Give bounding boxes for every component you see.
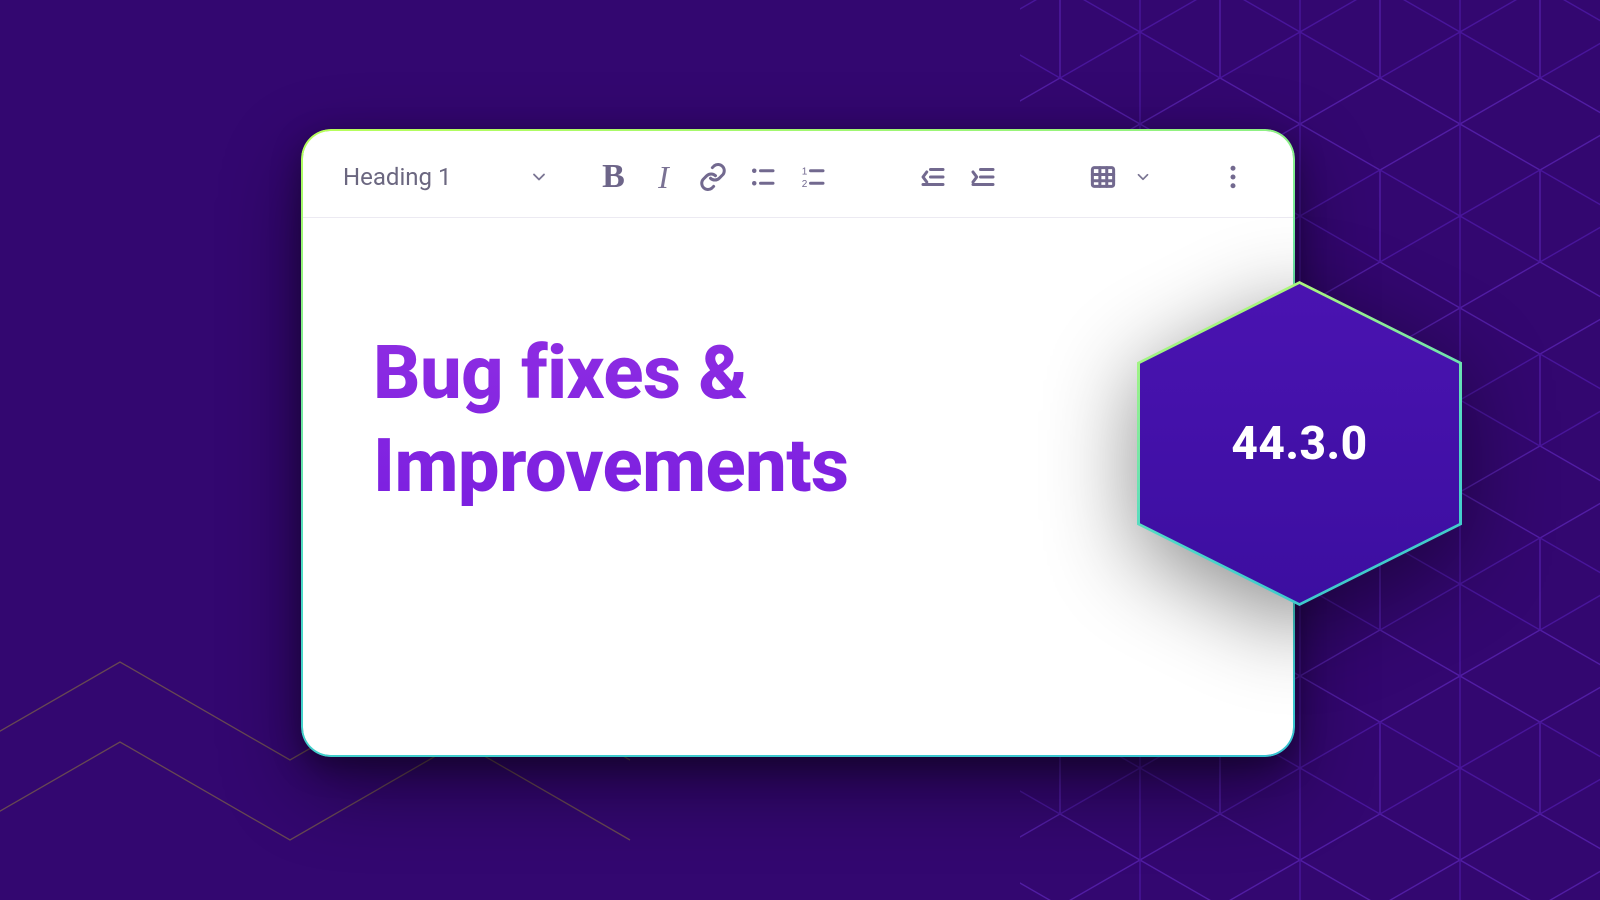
insert-table-button[interactable] <box>1079 153 1127 201</box>
numbered-list-button[interactable]: 1 2 <box>789 153 837 201</box>
chevron-down-icon <box>529 167 549 187</box>
document-heading: Bug fixes & Improvements <box>373 328 1223 513</box>
insert-table-dropdown[interactable] <box>1127 153 1159 201</box>
version-badge: 44.3.0 <box>1137 281 1462 606</box>
svg-text:2: 2 <box>802 179 808 190</box>
editor-toolbar: Heading 1 B I 1 <box>303 131 1293 218</box>
bold-icon: B <box>602 158 625 196</box>
more-options-button[interactable] <box>1209 153 1257 201</box>
bulleted-list-button[interactable] <box>739 153 787 201</box>
link-button[interactable] <box>689 153 737 201</box>
outdent-button[interactable] <box>909 153 957 201</box>
svg-text:1: 1 <box>802 167 808 178</box>
chevron-down-icon <box>1134 168 1152 186</box>
indent-icon <box>968 162 998 192</box>
italic-icon: I <box>658 159 669 196</box>
version-label: 44.3.0 <box>1231 417 1367 471</box>
heading-style-label: Heading 1 <box>343 163 451 191</box>
link-icon <box>698 162 728 192</box>
italic-button[interactable]: I <box>639 153 687 201</box>
more-vertical-icon <box>1218 162 1248 192</box>
bold-button[interactable]: B <box>589 153 637 201</box>
heading-style-select[interactable]: Heading 1 <box>339 155 559 199</box>
outdent-icon <box>918 162 948 192</box>
bulleted-list-icon <box>748 162 778 192</box>
table-icon <box>1088 162 1118 192</box>
indent-button[interactable] <box>959 153 1007 201</box>
numbered-list-icon: 1 2 <box>798 162 828 192</box>
